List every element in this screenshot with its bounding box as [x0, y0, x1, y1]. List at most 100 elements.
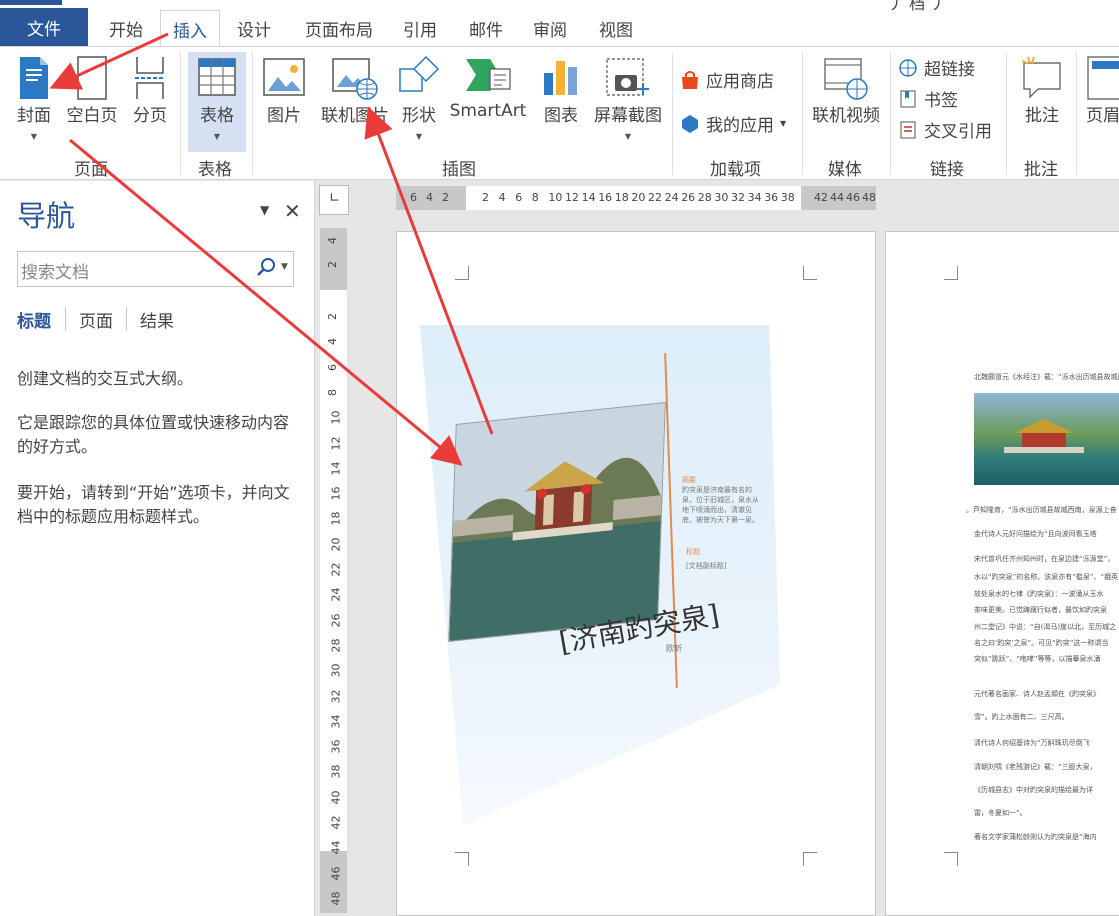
- tab-references[interactable]: 引用: [394, 10, 446, 46]
- group-label-links: 链接: [930, 160, 964, 180]
- page-break-label: 分页: [133, 106, 167, 126]
- tab-review[interactable]: 审阅: [524, 10, 576, 46]
- table-button[interactable]: 表格 ▼: [192, 55, 242, 141]
- ruler-tick-label: 6: [326, 363, 339, 371]
- search-input[interactable]: 搜索文档: [21, 258, 89, 283]
- ruler-tick-label: 32: [731, 191, 745, 204]
- nav-tab-pages[interactable]: 页面: [79, 307, 113, 332]
- shapes-button[interactable]: 形状 ▼: [396, 55, 442, 141]
- ruler-tick-label: 4: [326, 338, 339, 346]
- ruler-tick-label: 26: [329, 613, 343, 628]
- page-break-button[interactable]: 分页: [128, 55, 172, 126]
- chart-button[interactable]: 图表: [538, 55, 584, 126]
- online-video-icon: [824, 58, 868, 100]
- comment-button[interactable]: 批注: [1014, 55, 1070, 126]
- page2-text-line: 金代诗人元好问描绘为“且向波间看玉塔: [974, 530, 1097, 538]
- page2-text-line: 雪”。趵上水面有二、三尺高。: [974, 713, 1069, 721]
- ruler-tick-label: 20: [329, 537, 343, 552]
- crop-mark: [944, 852, 958, 866]
- store-button[interactable]: 应用商店: [680, 67, 774, 92]
- hyperlink-button[interactable]: 超链接: [898, 55, 975, 80]
- cover-button[interactable]: 封面 ▼: [12, 55, 56, 141]
- document-page-2[interactable]: 北魏郦道元《水经注》载：“泺水出历城县故城西南， 。芦知隆育，“泺水出历城县故城西…: [885, 231, 1119, 916]
- hyperlink-label: 超链接: [924, 60, 975, 80]
- chevron-down-icon: ▼: [30, 132, 38, 141]
- my-apps-label: 我的应用: [706, 116, 774, 136]
- cover-page-preview[interactable]: [济南趵突泉] 欧昕 摘要 趵突泉是济南最有名的泉，位于旧城区，泉水从地下喷涌而…: [420, 325, 780, 825]
- close-icon[interactable]: ✕: [284, 199, 301, 223]
- ruler-tick-label: 46: [846, 191, 860, 204]
- picture-button[interactable]: 图片: [260, 55, 308, 126]
- tab-home[interactable]: 开始: [100, 10, 152, 46]
- page-break-icon: [135, 57, 165, 99]
- page2-text-line: 《历城县志》中对趵突泉的描绘最为详: [974, 786, 1093, 794]
- nav-tab-results[interactable]: 结果: [140, 307, 174, 332]
- screenshot-button[interactable]: 屏幕截图 ▼: [590, 55, 666, 141]
- tab-file[interactable]: 文件: [0, 8, 88, 46]
- pane-options-icon[interactable]: ▼: [260, 203, 269, 217]
- tab-layout[interactable]: 页面布局: [290, 10, 388, 46]
- ruler-tick-label: 24: [664, 191, 679, 204]
- search-icon[interactable]: [256, 256, 278, 278]
- pavilion-illustration: [1004, 419, 1084, 453]
- ruler-tick-label: 4: [498, 191, 506, 204]
- bookmark-icon: [900, 90, 916, 107]
- nav-help-text-1: 创建文档的交互式大纲。: [17, 369, 194, 388]
- page2-text-line: 水以“趵突泉”的名称。该泉亦有“槛泉”、“娥英: [974, 573, 1119, 581]
- cover-photo: [448, 401, 666, 643]
- chevron-down-icon[interactable]: ▼: [281, 262, 288, 272]
- my-apps-button[interactable]: 我的应用 ▼: [680, 111, 786, 136]
- cover-photo-illustration: [449, 402, 666, 643]
- ruler-tick-label: 6: [410, 191, 417, 204]
- online-picture-button[interactable]: 联机图片: [314, 55, 396, 126]
- nav-tab-headings[interactable]: 标题: [17, 307, 51, 332]
- cross-reference-icon: [900, 121, 916, 138]
- ruler-tick-label: 22: [329, 562, 343, 577]
- header-button[interactable]: 页眉: [1086, 55, 1119, 126]
- ruler-tick-label: 18: [329, 511, 343, 526]
- tab-insert[interactable]: 插入: [160, 10, 220, 47]
- page2-text-line: 名之曰‘趵突’之泉”。可见“趵突”这一称谓当: [974, 639, 1109, 647]
- search-box[interactable]: 搜索文档 ▼: [17, 251, 294, 287]
- bookmark-button[interactable]: 书签: [898, 86, 958, 111]
- ruler-tick-label: 22: [648, 191, 662, 204]
- ruler-tick-label: 8: [531, 191, 539, 204]
- page2-text-line: 故处泉水的七律《趵突泉》：一波涌从玉水: [974, 590, 1104, 598]
- online-video-button[interactable]: 联机视频: [808, 55, 884, 126]
- tab-mailings[interactable]: 邮件: [460, 10, 512, 46]
- blank-page-icon: [77, 56, 107, 100]
- group-label-comments: 批注: [1024, 160, 1058, 180]
- ruler-tick-label: 2: [482, 191, 489, 204]
- crop-mark: [803, 266, 817, 280]
- chevron-down-icon: ▼: [624, 132, 632, 141]
- crop-mark: [455, 852, 469, 866]
- ruler-tick-label: 30: [329, 663, 343, 678]
- chevron-down-icon: ▼: [213, 132, 221, 141]
- online-picture-icon: [332, 58, 378, 100]
- page2-text-line: 。芦知隆育，“泺水出历城县故城西南，泉源上奋: [966, 506, 1117, 514]
- group-label-pages: 页面: [74, 160, 108, 180]
- smartart-button[interactable]: SmartArt: [446, 55, 530, 121]
- my-apps-icon: [682, 114, 698, 133]
- ruler-tick-label: 34: [329, 714, 343, 729]
- hyperlink-icon: [899, 58, 917, 77]
- horizontal-ruler[interactable]: 6 4 2 2 4 6 8 10 12 14 16 18 20 22 24 26 28 30 32 34 36 38 42 4…: [396, 186, 876, 210]
- header-icon: [1087, 56, 1119, 100]
- page2-text-line: 州二堂记》中说：“自(渴马)崖以北，至历城之: [974, 623, 1117, 631]
- ruler-tick-label: 4: [326, 237, 339, 244]
- ruler-tick-label: 42: [329, 815, 343, 830]
- tab-design[interactable]: 设计: [228, 10, 280, 46]
- cover-abstract: 趵突泉是济南最有名的泉，位于旧城区，泉水从地下喷涌而出，清澈见底，被誉为天下第一…: [682, 486, 759, 524]
- cross-reference-button[interactable]: 交叉引用: [898, 117, 992, 142]
- cover-subtitle-label: 标题: [686, 548, 700, 556]
- ruler-tick-label: 6: [515, 191, 523, 204]
- blank-page-button[interactable]: 空白页: [62, 55, 122, 126]
- tab-view[interactable]: 视图: [590, 10, 642, 46]
- ruler-tick-label: 42: [814, 191, 828, 204]
- ruler-tick-label: 12: [565, 191, 579, 204]
- smartart-label: SmartArt: [449, 101, 527, 121]
- vertical-ruler[interactable]: 4 2 2 4 6 8 10 12 14 16 18 20 22 24 26 28 30 32 34 36 38 40 42…: [320, 228, 347, 913]
- tab-selector-button[interactable]: ∟: [319, 185, 349, 215]
- cover-subtitle: [文档副标题]: [686, 562, 727, 570]
- store-icon: [682, 70, 698, 89]
